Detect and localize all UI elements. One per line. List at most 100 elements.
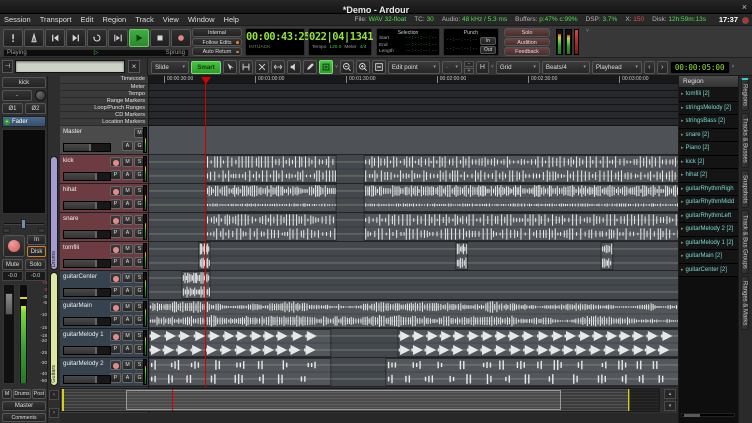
secondary-clock-time[interactable]: 022|04|1341	[309, 29, 371, 45]
track-playlist-button[interactable]: P	[110, 344, 121, 354]
track-automation-button[interactable]: A	[122, 141, 133, 151]
track-mute-button[interactable]: M	[122, 244, 133, 254]
session-summary[interactable]	[60, 388, 660, 412]
expander-icon[interactable]: ▸	[681, 213, 684, 219]
track-header-hihat[interactable]: hihatSMGAP	[60, 184, 148, 213]
region-list-item[interactable]: ▸stringsMelody [2]	[679, 102, 738, 116]
monitor-input-button[interactable]: In	[27, 235, 46, 245]
track-mute-button[interactable]: M	[122, 360, 133, 370]
menu-track[interactable]: Track	[135, 14, 153, 26]
nudge-clock-caret-icon[interactable]: ˅	[732, 64, 735, 70]
spinner-up-icon[interactable]: +	[464, 68, 474, 74]
play-button[interactable]	[129, 29, 149, 47]
region-list-item[interactable]: ▸guitarCenter [2]	[679, 264, 738, 278]
track-record-arm-button[interactable]	[110, 157, 121, 167]
menu-help[interactable]: Help	[224, 14, 239, 26]
region-list-scrollbar-thumb[interactable]	[684, 414, 700, 417]
metering-button[interactable]: M	[2, 389, 12, 399]
feedback-button[interactable]: Feedback	[504, 47, 550, 56]
panner[interactable]	[2, 217, 46, 233]
track-playlist-button[interactable]: P	[110, 170, 121, 180]
range-tool-button[interactable]	[239, 60, 253, 74]
track-gain-fader[interactable]	[63, 172, 111, 181]
gain-fader[interactable]	[3, 284, 15, 384]
solo-button[interactable]: Solo	[504, 28, 550, 37]
menu-region[interactable]: Region	[102, 14, 126, 26]
track-automation-button[interactable]: A	[122, 315, 133, 325]
pan-thumb[interactable]	[21, 219, 26, 229]
group-button[interactable]: Drums	[13, 389, 31, 399]
play-range-button[interactable]	[108, 29, 128, 47]
summary-zoom-out-icon[interactable]: ▾	[664, 401, 676, 411]
tab-track-bus-groups[interactable]: Track & Bus Groups	[741, 210, 749, 274]
track-mute-button[interactable]: M	[122, 331, 133, 341]
auto-return-button[interactable]: Auto Return	[192, 47, 242, 56]
expander-icon[interactable]: ▸	[681, 186, 684, 192]
meter-options-caret-icon[interactable]: ˅	[586, 28, 589, 34]
marker-combo[interactable]: ·▾	[442, 61, 462, 74]
region-list-item[interactable]: ▸Piano [2]	[679, 142, 738, 156]
primary-clock-time[interactable]: 00:00:43:25	[246, 29, 304, 45]
tab-snapshots[interactable]: Snapshots	[741, 170, 749, 208]
expander-icon[interactable]: ▸	[681, 91, 684, 97]
track-automation-button[interactable]: A	[122, 373, 133, 383]
track-header-guitarmelody-2[interactable]: guitarMelody 2SMGAP	[60, 358, 148, 387]
track-header-tomfili[interactable]: tomfiliSMGAP	[60, 242, 148, 271]
track-automation-button[interactable]: A	[122, 257, 133, 267]
menu-window[interactable]: Window	[188, 14, 215, 26]
track-header-snare[interactable]: snareSMGAP	[60, 213, 148, 242]
track-record-arm-button[interactable]	[110, 244, 121, 254]
track-gain-fader[interactable]	[63, 375, 111, 384]
close-icon[interactable]: ×	[742, 0, 747, 14]
audition-tool-button[interactable]	[287, 60, 301, 74]
track-header-guitarcenter[interactable]: guitarCenterSMGAP	[60, 271, 148, 300]
ruler-row-timecode[interactable]: 00:00:30:0000:01:00:0000:01:30:0000:02:0…	[149, 76, 679, 84]
summary-view-rect[interactable]	[126, 390, 561, 410]
track-gain-fader[interactable]	[63, 346, 111, 355]
record-button[interactable]	[171, 29, 191, 47]
strip-route-combo[interactable]: -	[2, 90, 32, 101]
goto-end-button[interactable]	[66, 29, 86, 47]
meter-point-button[interactable]: Post	[32, 389, 46, 399]
gain-display-left[interactable]: -0.0	[2, 271, 23, 281]
expander-icon[interactable]: ▸	[681, 118, 684, 124]
track-mute-button[interactable]: M	[122, 273, 133, 283]
track-mute-button[interactable]: M	[122, 302, 133, 312]
expander-icon[interactable]: ▸	[681, 159, 684, 165]
editor-mixer-toggle-icon[interactable]: ⊣	[2, 60, 13, 73]
region-list-item[interactable]: ▸hihat [2]	[679, 169, 738, 183]
nudge-forward-button[interactable]: ›	[657, 61, 668, 74]
track-playlist-button[interactable]: P	[110, 373, 121, 383]
strip-close-icon[interactable]: ×	[128, 60, 140, 73]
snap-unit-combo[interactable]: Beats/4▾	[542, 61, 590, 74]
internal-button[interactable]: Internal	[192, 28, 242, 37]
menu-transport[interactable]: Transport	[40, 14, 72, 26]
zoom-out-button[interactable]	[340, 60, 354, 74]
secondary-clock[interactable]: 022|04|1341 Tempo 120.0 Meter 4/4	[308, 28, 372, 56]
track-mute-button[interactable]: M	[122, 186, 133, 196]
track-gain-fader[interactable]	[63, 230, 111, 239]
phase-invert-2-button[interactable]: Ø2	[25, 103, 46, 114]
summary-nav-left-icon[interactable]: ‹	[49, 390, 59, 400]
track-automation-button[interactable]: A	[122, 199, 133, 209]
track-header-guitarmelody-1[interactable]: guitarMelody 1SMGAP	[60, 329, 148, 358]
processor-box[interactable]	[2, 129, 46, 214]
editor-canvas[interactable]: 00:00:30:0000:01:00:0000:01:30:0000:02:0…	[148, 76, 678, 423]
tab-regions[interactable]: Regions	[741, 78, 749, 111]
region-list-item[interactable]: ▸kick [2]	[679, 156, 738, 170]
track-record-arm-button[interactable]	[110, 360, 121, 370]
tab-ranges-marks[interactable]: Ranges & Marks	[741, 276, 749, 330]
primary-clock[interactable]: 00:00:43:25 INT/JACK	[245, 28, 305, 56]
track-playlist-button[interactable]: P	[110, 286, 121, 296]
region-list-item[interactable]: ▸guitarRhythmLeft	[679, 210, 738, 224]
track-playlist-button[interactable]: P	[110, 257, 121, 267]
ruler-row-meter[interactable]	[149, 84, 679, 91]
region-list-item[interactable]: ▸guitarRhythmMidd	[679, 196, 738, 210]
region-list-header[interactable]: Region	[679, 76, 738, 88]
track-mute-button[interactable]: M	[122, 157, 133, 167]
tool-options-caret-icon[interactable]: ˅	[335, 64, 338, 70]
track-header-guitarmain[interactable]: guitarMainSMGAP	[60, 300, 148, 329]
stop-button[interactable]	[150, 29, 170, 47]
zoom-focus-combo[interactable]: Edit point▾	[388, 61, 440, 74]
punch-in-button[interactable]: In	[480, 37, 496, 45]
